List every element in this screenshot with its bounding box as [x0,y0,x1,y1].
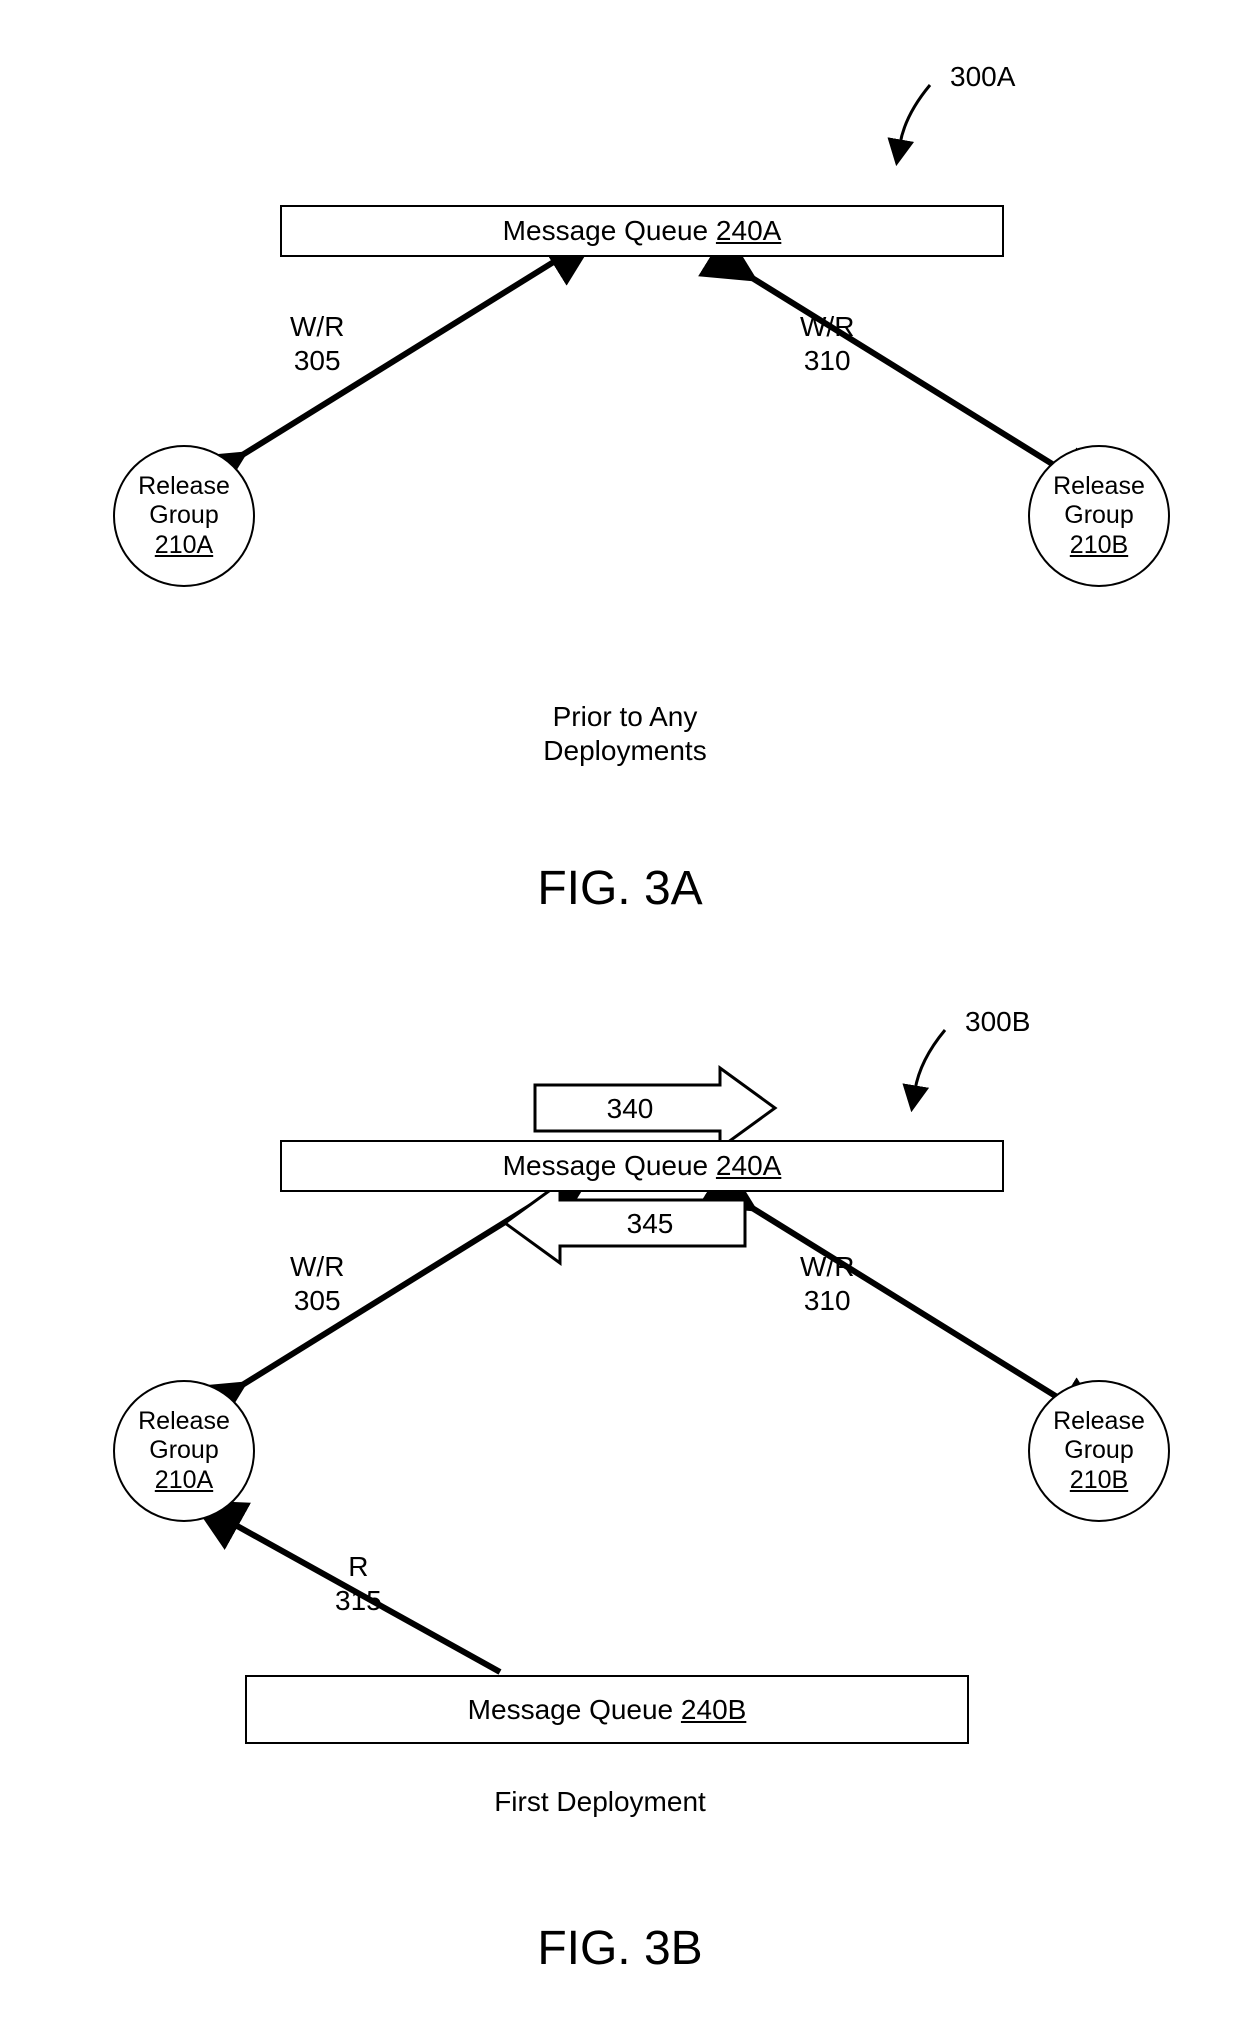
message-queue-240b-fig-b: Message Queue 240B [245,1675,969,1744]
fig-label-3a: FIG. 3A [480,860,760,918]
release-group-210b-fig-a: Release Group 210B [1028,445,1170,587]
ref-pointer-300a [900,85,930,144]
caption-fig-a: Prior to AnyDeployments [485,700,765,767]
arrow-label-345: 345 [600,1207,700,1241]
release-group-210a-fig-a: Release Group 210A [113,445,255,587]
wr-310-label-b: W/R310 [800,1250,854,1317]
r-315-label: R315 [335,1550,382,1617]
release-group-210b-fig-b: Release Group 210B [1028,1380,1170,1522]
arrow-wr-310-b [720,1188,1070,1405]
wr-305-label-a: W/R305 [290,310,344,377]
queue-label: Message Queue 240B [468,1694,747,1726]
wr-305-label-b: W/R305 [290,1250,344,1317]
queue-label: Message Queue 240A [503,1150,782,1182]
wr-310-label-a: W/R310 [800,310,854,377]
arrow-wr-310-a [720,258,1070,475]
arrow-wr-305-b [210,1188,560,1405]
ref-pointer-300b [915,1030,945,1090]
message-queue-240a-fig-b: Message Queue 240A [280,1140,1004,1192]
message-queue-240a-fig-a: Message Queue 240A [280,205,1004,257]
arrow-wr-305-a [210,258,560,475]
arrow-label-340: 340 [580,1092,680,1126]
queue-label: Message Queue 240A [503,215,782,247]
release-group-210a-fig-b: Release Group 210A [113,1380,255,1522]
ref-label-300b: 300B [965,1005,1030,1039]
fig-label-3b: FIG. 3B [480,1920,760,1978]
caption-fig-b: First Deployment [460,1785,740,1819]
page: 300A Message Queue 240A W/R305 W/R310 Re… [0,0,1240,2042]
ref-label-300a: 300A [950,60,1015,94]
